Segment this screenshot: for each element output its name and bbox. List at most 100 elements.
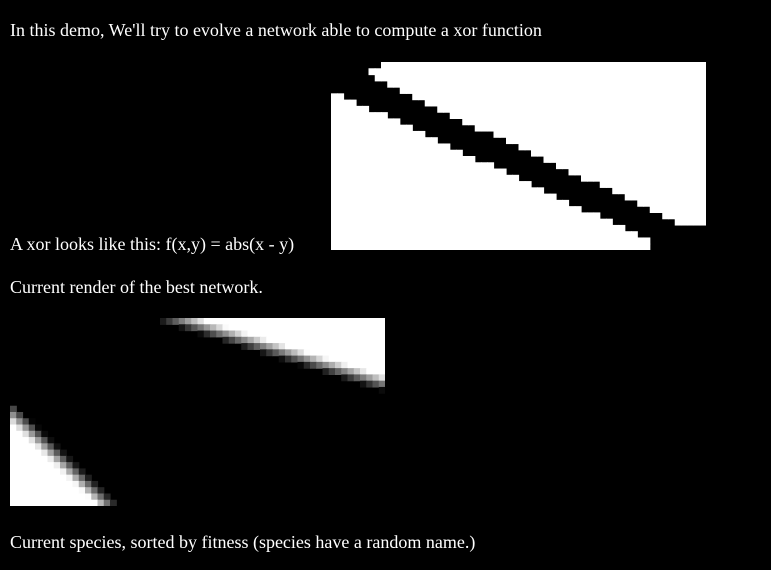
xor-target-cell	[331, 99, 338, 107]
xor-target-cell	[662, 130, 670, 138]
xor-target-cell	[637, 112, 645, 119]
xor-target-cell	[449, 68, 457, 76]
xor-target-cell	[399, 62, 407, 69]
xor-target-cell	[381, 199, 388, 207]
xor-target-cell	[406, 199, 413, 207]
xor-target-cell	[556, 130, 563, 138]
xor-target-cell	[637, 168, 645, 176]
xor-target-cell	[624, 87, 632, 94]
xor-target-cell	[387, 237, 395, 245]
network-render-cell	[53, 480, 61, 488]
xor-target-cell	[624, 162, 632, 170]
xor-target-cell	[356, 181, 363, 188]
xor-target-cell	[599, 118, 607, 126]
xor-target-cell	[587, 143, 595, 151]
xor-target-cell	[587, 231, 595, 239]
xor-target-cell	[474, 74, 482, 82]
xor-target-cell	[624, 193, 632, 201]
network-render-cell	[322, 324, 330, 332]
xor-target-cell	[593, 124, 601, 132]
xor-target-cell	[418, 87, 426, 94]
xor-target-cell	[349, 118, 357, 126]
network-render-cell	[216, 318, 224, 325]
xor-target-cell	[356, 124, 363, 132]
network-render-cell	[347, 324, 355, 332]
xor-target-cell	[581, 87, 588, 94]
network-render-cell	[47, 487, 55, 495]
xor-target-cell	[462, 237, 470, 245]
xor-target-cell	[362, 143, 370, 151]
xor-target-cell	[656, 87, 663, 94]
network-render-cell	[16, 493, 24, 501]
xor-target-cell	[512, 137, 520, 145]
xor-target-cell	[349, 105, 357, 113]
xor-target-cell	[418, 243, 426, 250]
xor-target-cell	[337, 130, 345, 138]
xor-target-cell	[474, 193, 482, 201]
xor-target-cell	[587, 62, 595, 69]
network-render-cell	[341, 324, 349, 332]
network-render-cell	[278, 318, 286, 325]
network-render-cell	[160, 318, 167, 325]
xor-target-cell	[381, 68, 388, 76]
xor-target-cell	[543, 193, 551, 201]
xor-target-cell	[537, 206, 545, 213]
xor-target-cell	[437, 212, 445, 220]
xor-target-cell	[331, 181, 338, 188]
xor-target-cell	[431, 149, 438, 157]
xor-target-cell	[681, 162, 688, 170]
xor-target-cell	[687, 124, 695, 132]
xor-target-cell	[418, 231, 426, 239]
xor-target-cell	[556, 99, 563, 107]
xor-target-cell	[674, 149, 682, 157]
xor-target-cell	[593, 243, 601, 250]
xor-target-cell	[668, 212, 676, 220]
xor-target-cell	[443, 143, 451, 151]
network-render-cell	[378, 330, 385, 338]
xor-target-cell	[512, 112, 520, 119]
xor-target-cell	[549, 243, 557, 250]
network-render-cell	[16, 430, 24, 438]
xor-target-cell	[531, 143, 538, 151]
network-render-cell	[78, 480, 86, 488]
xor-target-cell	[443, 105, 451, 113]
xor-target-cell	[493, 199, 501, 207]
xor-target-cell	[337, 99, 345, 107]
xor-target-cell	[524, 93, 532, 101]
network-render-cell	[97, 487, 105, 495]
network-render-cell	[47, 493, 55, 501]
xor-target-cell	[349, 193, 357, 201]
network-render-cell	[372, 380, 380, 388]
xor-target-cell	[562, 243, 570, 250]
xor-target-cell	[349, 130, 357, 138]
xor-target-cell	[699, 149, 706, 157]
xor-target-cell	[424, 93, 432, 101]
xor-target-cell	[643, 118, 651, 126]
xor-target-cell	[331, 118, 338, 126]
xor-target-cell	[443, 237, 451, 245]
network-render-cell	[260, 349, 267, 357]
xor-target-cell	[556, 87, 563, 94]
xor-target-cell	[387, 149, 395, 157]
xor-target-cell	[424, 243, 432, 250]
xor-target-cell	[424, 149, 432, 157]
xor-target-cell	[356, 118, 363, 126]
network-render-cell	[353, 336, 361, 344]
xor-target-cell	[462, 181, 470, 188]
network-render-cell	[60, 493, 67, 501]
network-render-cell	[85, 480, 92, 488]
xor-target-cell	[481, 224, 488, 232]
xor-target-cell	[374, 199, 382, 207]
xor-target-cell	[562, 149, 570, 157]
xor-target-cell	[649, 124, 657, 132]
xor-target-cell	[599, 80, 607, 88]
xor-target-cell	[368, 168, 376, 176]
xor-target-cell	[587, 87, 595, 94]
xor-target-cell	[487, 93, 495, 101]
xor-target-cell	[493, 181, 501, 188]
xor-target-cell	[612, 99, 620, 107]
network-render-cell	[378, 355, 385, 363]
xor-target-cell	[506, 118, 513, 126]
network-render-cell	[10, 468, 17, 476]
xor-target-cell	[399, 162, 407, 170]
